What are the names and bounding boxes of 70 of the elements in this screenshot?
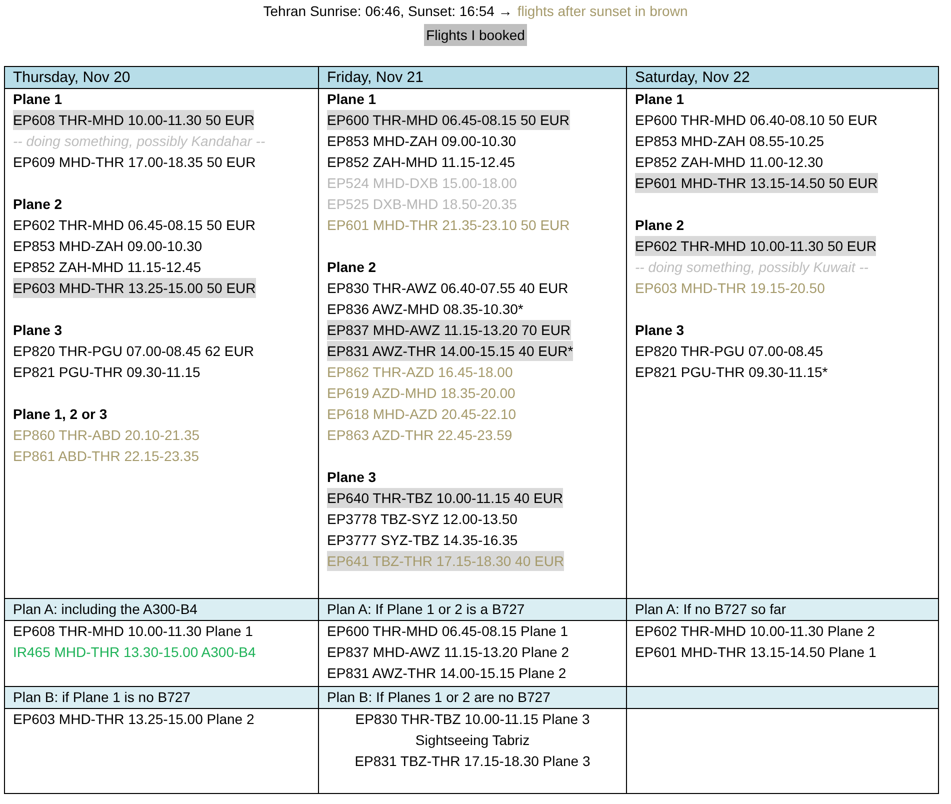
plan-entry: EP831 TBZ-THR 17.15-18.30 Plane 3: [354, 752, 590, 771]
plane-heading: Plane 2: [635, 217, 684, 233]
plan-entry: IR465 MHD-THR 13.30-15.00 A300-B4: [13, 643, 256, 662]
plan-heading: Plan A: including the A300-B4: [5, 599, 319, 621]
flight-entry: EP853 MHD-ZAH 09.00-10.30: [13, 237, 202, 256]
flight-entry: EP600 THR-MHD 06.45-08.15 50 EUR: [327, 110, 570, 130]
plan-heading: Plan A: If no B727 so far: [627, 599, 939, 621]
sunrise-sunset-info: Tehran Sunrise: 06:46, Sunset: 16:54 →: [263, 2, 512, 21]
day-header: Thursday, Nov 20: [5, 67, 319, 89]
flight-entry: EP609 MHD-THR 17.00-18.35 50 EUR: [13, 153, 256, 172]
flight-entry: EP619 AZD-MHD 18.35-20.00: [327, 384, 516, 403]
flight-entry: EP603 MHD-THR 19.15-20.50: [635, 279, 825, 298]
flight-entry: EP852 ZAH-MHD 11.15-12.45: [327, 153, 516, 172]
plan-entry: Sightseeing Tabriz: [415, 731, 530, 750]
flight-entry: EP853 MHD-ZAH 09.00-10.30: [327, 132, 516, 151]
flight-entry: EP524 MHD-DXB 15.00-18.00: [327, 174, 517, 193]
plan-heading: Plan B: if Plane 1 is no B727: [5, 687, 319, 709]
flight-entry: EP830 THR-AWZ 06.40-07.55 40 EUR: [327, 279, 568, 298]
flight-entry: EP3777 SYZ-TBZ 14.35-16.35: [327, 531, 518, 550]
plan-entry: EP837 MHD-AWZ 11.15-13.20 Plane 2: [327, 643, 570, 662]
plane-heading: Plane 1: [327, 91, 376, 107]
plan-entry: EP601 MHD-THR 13.15-14.50 Plane 1: [635, 643, 876, 662]
flight-entry: EP831 AWZ-THR 14.00-15.15 40 EUR*: [327, 341, 574, 361]
plane-heading: Plane 2: [327, 259, 376, 275]
flight-entry: EP861 ABD-THR 22.15-23.35: [13, 447, 199, 466]
flight-entry: EP3778 TBZ-SYZ 12.00-13.50: [327, 510, 518, 529]
flight-entry: EP836 AWZ-MHD 08.35-10.30*: [327, 300, 524, 319]
flight-entry: EP821 PGU-THR 09.30-11.15*: [635, 363, 828, 382]
flight-entry: EP837 MHD-AWZ 11.15-13.20 70 EUR: [327, 320, 571, 340]
flight-entry: EP820 THR-PGU 07.00-08.45 62 EUR: [13, 342, 254, 361]
flight-entry: EP860 THR-ABD 20.10-21.35: [13, 426, 200, 445]
plan-entry: EP608 THR-MHD 10.00-11.30 Plane 1: [13, 622, 253, 641]
flight-entry: EP820 THR-PGU 07.00-08.45: [635, 342, 824, 361]
plane-heading: Plane 1: [13, 91, 62, 107]
plan-entry: EP600 THR-MHD 06.45-08.15 Plane 1: [327, 622, 568, 641]
note-text: -- doing something, possibly Kuwait --: [635, 258, 868, 277]
legend-text: flights after sunset in brown: [517, 2, 688, 21]
flight-entry: EP608 THR-MHD 10.00-11.30 50 EUR: [13, 110, 254, 130]
plan-entry: EP830 THR-TBZ 10.00-11.15 Plane 3: [355, 710, 590, 729]
day-header: Friday, Nov 21: [319, 67, 627, 89]
plane-heading: Plane 3: [635, 322, 684, 338]
plan-entry: EP603 MHD-THR 13.25-15.00 Plane 2: [13, 710, 254, 729]
flight-entry: EP601 MHD-THR 13.15-14.50 50 EUR: [635, 173, 878, 193]
plane-heading: Plane 2: [13, 196, 62, 212]
flight-entry: EP821 PGU-THR 09.30-11.15: [13, 363, 200, 382]
booked-legend: Flights I booked: [424, 24, 527, 46]
plane-heading: Plane 3: [327, 469, 376, 485]
plan-heading: Plan B: If Planes 1 or 2 are no B727: [319, 687, 627, 709]
plan-entry: EP602 THR-MHD 10.00-11.30 Plane 2: [635, 622, 875, 641]
flight-entry: EP863 AZD-THR 22.45-23.59: [327, 426, 512, 445]
flight-entry: EP603 MHD-THR 13.25-15.00 50 EUR: [13, 278, 256, 298]
plan-entry: EP831 AWZ-THR 14.00-15.15 Plane 2: [327, 664, 566, 683]
plan-heading: Plan A: If Plane 1 or 2 is a B727: [319, 599, 627, 621]
plane-heading: Plane 3: [13, 322, 62, 338]
flight-entry: EP852 ZAH-MHD 11.15-12.45: [13, 258, 202, 277]
flight-entry: EP862 THR-AZD 16.45-18.00: [327, 363, 513, 382]
note-text: -- doing something, possibly Kandahar --: [13, 132, 266, 151]
plane-heading: Plane 1, 2 or 3: [13, 406, 108, 422]
flight-entry: EP600 THR-MHD 06.40-08.10 50 EUR: [635, 111, 878, 130]
flight-entry: EP641 TBZ-THR 17.15-18.30 40 EUR: [327, 551, 564, 571]
plane-heading: Plane 1: [635, 91, 684, 107]
flight-entry: EP853 MHD-ZAH 08.55-10.25: [635, 132, 824, 151]
flight-entry: EP852 ZAH-MHD 11.00-12.30: [635, 153, 824, 172]
flight-entry: EP601 MHD-THR 21.35-23.10 50 EUR: [327, 216, 570, 235]
flight-entry: EP525 DXB-MHD 18.50-20.35: [327, 195, 517, 214]
flight-entry: EP640 THR-TBZ 10.00-11.15 40 EUR: [327, 488, 564, 508]
day-header: Saturday, Nov 22: [627, 67, 939, 89]
flight-entry: EP602 THR-MHD 10.00-11.30 50 EUR: [635, 236, 876, 256]
flight-entry: EP602 THR-MHD 06.45-08.15 50 EUR: [13, 216, 256, 235]
flight-entry: EP618 MHD-AZD 20.45-22.10: [327, 405, 516, 424]
